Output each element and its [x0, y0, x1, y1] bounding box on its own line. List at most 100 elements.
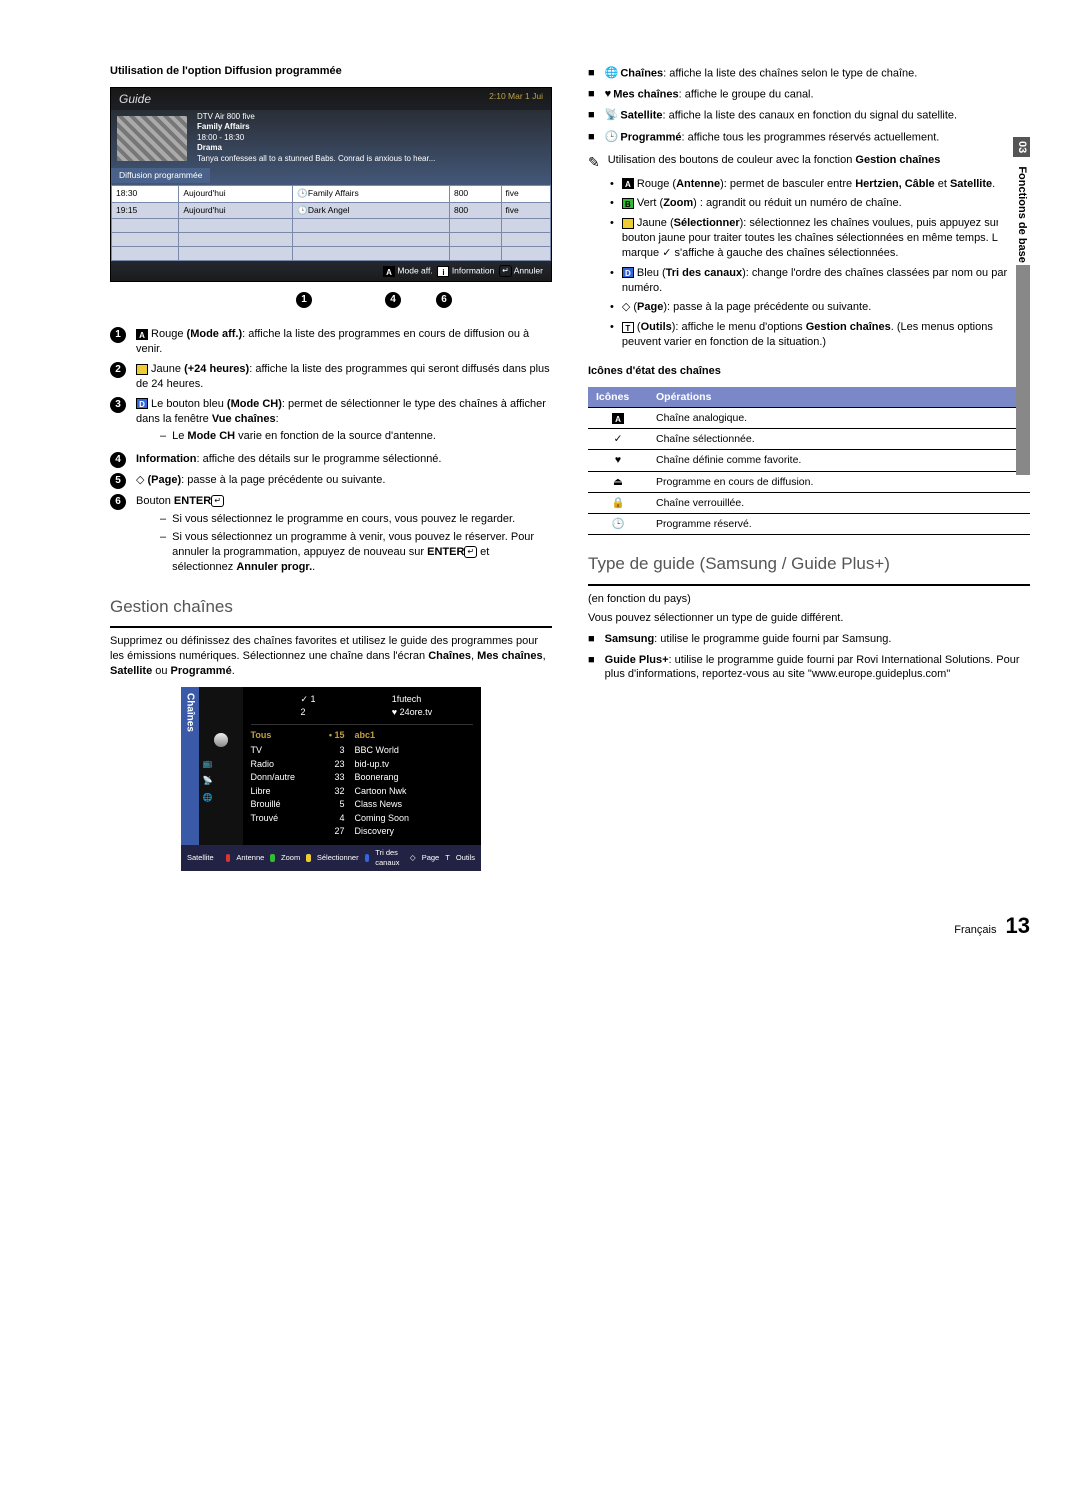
- tools-icon: T: [622, 322, 634, 333]
- globe-icon: [214, 733, 228, 747]
- square-list: Samsung: utilise le programme guide four…: [588, 632, 1030, 683]
- yellow-button-icon: [136, 364, 148, 375]
- program-thumbnail: [117, 116, 187, 161]
- check-icon: ✓: [588, 429, 648, 450]
- callout-6: 6: [436, 292, 452, 308]
- callout-4: 4: [385, 292, 401, 308]
- list-item: 2 Jaune (+24 heures): affiche la liste d…: [110, 362, 552, 392]
- enter-icon: ↵: [499, 265, 512, 277]
- table-row: ✓Chaîne sélectionnée.: [588, 429, 1030, 450]
- schedule-table: 18:30 Aujourd'hui 🕒Family Affairs 800 fi…: [111, 185, 551, 261]
- schedule-ribbon: Diffusion programmée: [111, 168, 210, 183]
- list-item: Samsung: utilise le programme guide four…: [588, 632, 1030, 647]
- section-title: Fonctions de base: [1016, 166, 1028, 263]
- table-row: [112, 233, 551, 247]
- red-button-icon: A: [622, 178, 634, 189]
- icons-table: IcônesOpérations AChaîne analogique. ✓Ch…: [588, 387, 1030, 535]
- red-button-icon: A: [136, 329, 148, 340]
- info-icon: i: [437, 266, 449, 277]
- guide-titlebar: Guide 2:10 Mar 1 Jui: [111, 88, 551, 110]
- content-columns: Utilisation de l'option Diffusion progra…: [110, 60, 1030, 879]
- clock-icon: 🕒: [588, 513, 648, 534]
- blue-button-icon: D: [622, 267, 634, 278]
- callout-1: 1: [296, 292, 312, 308]
- meta-channel: DTV Air 800 five: [197, 112, 435, 122]
- guide-screen: Guide 2:10 Mar 1 Jui DTV Air 800 five Fa…: [110, 87, 552, 283]
- list-item: 6Bouton ENTER↵ Si vous sélectionnez le p…: [110, 494, 552, 577]
- table-row: ⏏Programme en cours de diffusion.: [588, 471, 1030, 492]
- meta-genre: Drama: [197, 143, 435, 153]
- meta-desc: Tanya confesses all to a stunned Babs. C…: [197, 154, 435, 164]
- list-item: ♥Mes chaînes: affiche le groupe du canal…: [588, 87, 1030, 102]
- page-number: 13: [1006, 913, 1030, 938]
- list-item: D Bleu (Tri des canaux): change l'ordre …: [610, 266, 1030, 296]
- right-column: 🌐Chaînes: affiche la liste des chaînes s…: [588, 60, 1030, 879]
- list-item: 1A Rouge (Mode aff.): affiche la liste d…: [110, 327, 552, 357]
- yellow-button-icon: [622, 218, 634, 229]
- red-button-icon: A: [383, 266, 395, 277]
- divider: [588, 584, 1030, 586]
- table-row: ♥Chaîne définie comme favorite.: [588, 450, 1030, 471]
- channels-main: ✓ 1 2 1futech ♥ 24ore.tv Tous TV Radio: [243, 687, 482, 845]
- guide-callouts: 1 4 6: [110, 292, 552, 322]
- list-item: ◇ (Page): passe à la page précédente ou …: [610, 300, 1030, 315]
- channels-footer: Satellite Antenne Zoom Sélectionner Tri …: [181, 845, 481, 871]
- divider: [110, 626, 552, 628]
- list-item: A Rouge (Antenne): permet de basculer en…: [610, 177, 1030, 192]
- guide-clock: 2:10 Mar 1 Jui: [489, 91, 543, 107]
- lock-icon: 🔒: [588, 492, 648, 513]
- heart-icon: ♥: [588, 450, 648, 471]
- table-row: 🔒Chaîne verrouillée.: [588, 492, 1030, 513]
- table-row: 18:30 Aujourd'hui 🕒Family Affairs 800 fi…: [112, 186, 551, 202]
- numbered-list: 1A Rouge (Mode aff.): affiche la liste d…: [110, 327, 552, 577]
- program-meta: DTV Air 800 five Family Affairs 18:00 - …: [193, 110, 439, 166]
- enter-icon: ↵: [211, 495, 224, 507]
- meta-title: Family Affairs: [197, 122, 435, 132]
- list-item: B Vert (Zoom) : agrandit ou réduit un nu…: [610, 196, 1030, 211]
- guide-program-row: DTV Air 800 five Family Affairs 18:00 - …: [111, 110, 551, 166]
- section-heading: Type de guide (Samsung / Guide Plus+): [588, 553, 1030, 576]
- list-item: 4Information: affiche des détails sur le…: [110, 452, 552, 468]
- left-column: Utilisation de l'option Diffusion progra…: [110, 60, 552, 879]
- sub-item: Si vous sélectionnez un programme à veni…: [160, 530, 552, 575]
- list-item: 3D Le bouton bleu (Mode CH): permet de s…: [110, 397, 552, 448]
- list-item: 5◇ (Page): passe à la page précédente ou…: [110, 473, 552, 489]
- list-item: 📡Satellite: affiche la liste des canaux …: [588, 108, 1030, 123]
- green-button-icon: B: [622, 198, 634, 209]
- list-item: Guide Plus+: utilise le programme guide …: [588, 653, 1030, 683]
- list-item: Jaune (Sélectionner): sélectionnez les c…: [610, 216, 1030, 261]
- blue-button-icon: D: [136, 398, 148, 409]
- paragraph: Vous pouvez sélectionner un type de guid…: [588, 611, 1030, 626]
- left-subheading: Utilisation de l'option Diffusion progra…: [110, 64, 552, 79]
- list-item: 🌐Chaînes: affiche la liste des chaînes s…: [588, 66, 1030, 81]
- section-heading: Gestion chaînes: [110, 596, 552, 619]
- meta-time: 18:00 - 18:30: [197, 133, 435, 143]
- table-row: 19:15 Aujourd'hui 🕒Dark Angel 800 five: [112, 202, 551, 218]
- list-item: 🕒Programmé: affiche tous les programmes …: [588, 130, 1030, 145]
- paragraph: Supprimez ou définissez des chaînes favo…: [110, 634, 552, 679]
- square-list: 🌐Chaînes: affiche la liste des chaînes s…: [588, 66, 1030, 145]
- icons-heading: Icônes d'état des chaînes: [588, 364, 1030, 379]
- channels-screen: Chaînes 📺 📡 🌐 ✓ 1 2: [181, 687, 481, 871]
- section-number: 03: [1013, 137, 1030, 157]
- footer-language: Français: [954, 924, 996, 936]
- sub-note: (en fonction du pays): [588, 592, 1030, 607]
- table-row: 🕒Programme réservé.: [588, 513, 1030, 534]
- sub-item: Le Mode CH varie en fonction de la sourc…: [160, 429, 552, 444]
- guide-footer: A Mode aff. i Information ↵ Annuler: [111, 261, 551, 281]
- enter-icon: ↵: [464, 546, 477, 558]
- analog-icon: A: [612, 413, 624, 424]
- channels-sidebar: 📺 📡 🌐: [199, 687, 243, 845]
- page-footer: Français 13: [110, 911, 1030, 941]
- table-row: [112, 219, 551, 233]
- note-block: Utilisation des boutons de couleur avec …: [588, 153, 1030, 172]
- section-tab: 03 Fonctions de base: [998, 135, 1030, 265]
- table-row: AChaîne analogique.: [588, 408, 1030, 429]
- sub-item: Si vous sélectionnez le programme en cou…: [160, 512, 552, 527]
- channels-tab: Chaînes: [181, 687, 199, 845]
- table-row: [112, 247, 551, 261]
- guide-title: Guide: [119, 91, 151, 107]
- broadcast-icon: ⏏: [588, 471, 648, 492]
- list-item: T (Outils): affiche le menu d'options Ge…: [610, 320, 1030, 350]
- bullet-list: A Rouge (Antenne): permet de basculer en…: [610, 177, 1030, 350]
